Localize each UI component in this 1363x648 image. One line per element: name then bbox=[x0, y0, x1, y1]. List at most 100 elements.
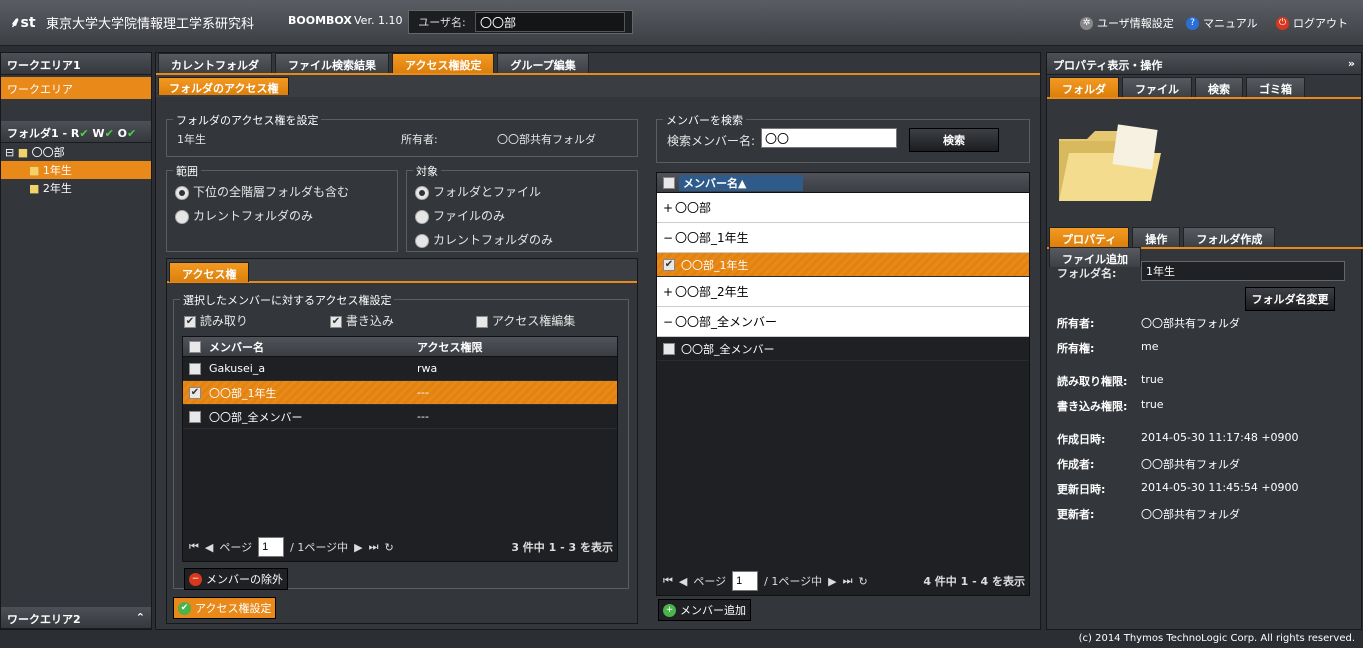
target-box: 対象 フォルダとファイル ファイルのみ カレントフォルダのみ bbox=[406, 163, 638, 252]
work-area-item[interactable]: ワークエリア bbox=[1, 77, 151, 99]
group-row[interactable]: − 〇〇部_1年生 bbox=[657, 223, 1029, 253]
owner-value: 〇〇部共有フォルダ bbox=[497, 133, 596, 146]
folder-large-icon bbox=[1055, 119, 1165, 212]
tab-operations[interactable]: 操作 bbox=[1132, 227, 1181, 247]
next-page-icon[interactable]: ▶ bbox=[354, 541, 362, 554]
logo: ⸙st bbox=[10, 15, 36, 31]
table-row[interactable]: 〇〇部_全メンバー --- bbox=[183, 405, 617, 429]
first-page-icon[interactable]: ⏮ bbox=[189, 540, 199, 554]
table-row[interactable]: Gakusei_a rwa bbox=[183, 357, 617, 381]
user-settings-link[interactable]: ✲ ユーザ情報設定 bbox=[1080, 15, 1174, 31]
col-member-name[interactable]: メンバー名▲ bbox=[679, 174, 803, 191]
tab-current-folder[interactable]: カレントフォルダ bbox=[158, 53, 272, 73]
plus-icon: + bbox=[663, 603, 676, 617]
prev-page-icon[interactable]: ◀ bbox=[205, 541, 213, 554]
group-row[interactable]: − 〇〇部_全メンバー bbox=[657, 307, 1029, 337]
scope-radio-current[interactable]: カレントフォルダのみ bbox=[175, 207, 313, 224]
write-checkbox[interactable]: ✔ 書き込み bbox=[330, 312, 394, 329]
access-set-box: フォルダのアクセス権を設定 1年生 所有者: 〇〇部共有フォルダ bbox=[166, 112, 638, 157]
tab-folder-access[interactable]: フォルダのアクセス権 bbox=[158, 77, 290, 95]
target-radio-current[interactable]: カレントフォルダのみ bbox=[415, 231, 553, 248]
target-radio-both[interactable]: フォルダとファイル bbox=[415, 183, 541, 200]
owner-label: 所有者: bbox=[401, 133, 438, 146]
prev-page-icon[interactable]: ◀ bbox=[679, 575, 687, 588]
select-all-checkbox[interactable] bbox=[663, 177, 675, 189]
tab-create-folder[interactable]: フォルダ作成 bbox=[1183, 227, 1276, 247]
app-version: Ver. 1.10 bbox=[354, 14, 403, 27]
right-title: プロパティ表示・操作» bbox=[1047, 53, 1361, 75]
main-tabs: カレントフォルダ ファイル検索結果 アクセス権設定 グループ編集 bbox=[156, 53, 1040, 73]
tab-search-results[interactable]: ファイル検索結果 bbox=[275, 53, 389, 73]
refresh-icon[interactable]: ↻ bbox=[385, 541, 394, 554]
center-panel: カレントフォルダ ファイル検索結果 アクセス権設定 グループ編集 フォルダのアクセス権… bbox=[155, 52, 1041, 630]
target-radio-files[interactable]: ファイルのみ bbox=[415, 207, 505, 224]
work2-title[interactable]: ワークエリア2 ⌃ bbox=[1, 607, 151, 629]
user-box: ユーザ名: bbox=[408, 10, 633, 34]
tab-properties[interactable]: プロパティ bbox=[1049, 227, 1130, 247]
tab-perm[interactable]: アクセス権 bbox=[169, 262, 250, 282]
col-perm[interactable]: アクセス権限 bbox=[417, 339, 482, 355]
property-list: 所有者: 〇〇部共有フォルダ 所有権: me 読み取り権限: true 書き込み権限:… bbox=[1057, 315, 1299, 522]
last-page-icon[interactable]: ⏭ bbox=[369, 540, 379, 554]
username-field[interactable] bbox=[475, 12, 625, 32]
logout-link[interactable]: ⏻ ログアウト bbox=[1276, 15, 1348, 31]
perm-grid: メンバー名 アクセス権限 Gakusei_a rwa ✔ 〇〇部_1年生 --- 〇〇部… bbox=[182, 336, 618, 562]
group-row[interactable]: + 〇〇部_2年生 bbox=[657, 277, 1029, 307]
folder-icon: ■ bbox=[17, 146, 29, 159]
read-checkbox[interactable]: ✔ 読み取り bbox=[184, 312, 248, 329]
search-button[interactable]: 検索 bbox=[909, 128, 999, 152]
tab-file[interactable]: ファイル bbox=[1122, 77, 1192, 97]
edit-checkbox[interactable]: アクセス権編集 bbox=[476, 312, 575, 329]
col-member[interactable]: メンバー名 bbox=[209, 339, 417, 355]
member-row[interactable]: 〇〇部_全メンバー bbox=[657, 337, 1029, 361]
refresh-icon[interactable]: ↻ bbox=[859, 575, 868, 588]
perm-pager: ⏮◀ ページ/ 1ページ中 ▶⏭↻ 3 件中 1 - 3 を表示 bbox=[189, 537, 613, 557]
apply-access-button[interactable]: ✔ アクセス権設定 bbox=[173, 597, 277, 619]
tree-item-1[interactable]: ■ 1年生 bbox=[1, 161, 151, 179]
last-page-icon[interactable]: ⏭ bbox=[843, 574, 853, 588]
scope-radio-all[interactable]: 下位の全階層フォルダも含む bbox=[175, 183, 349, 200]
prop-row: 所有者: 〇〇部共有フォルダ bbox=[1057, 317, 1240, 330]
page-input[interactable] bbox=[258, 537, 285, 557]
member-row[interactable]: ✔ 〇〇部_1年生 bbox=[657, 253, 1029, 277]
tab-folder[interactable]: フォルダ bbox=[1049, 77, 1119, 97]
prop-row: 作成者: 〇〇部共有フォルダ bbox=[1057, 458, 1240, 471]
first-page-icon[interactable]: ⏮ bbox=[663, 574, 673, 588]
tab-access[interactable]: アクセス権設定 bbox=[392, 53, 495, 73]
remove-member-button[interactable]: − メンバーの除外 bbox=[184, 568, 288, 590]
rename-folder-button[interactable]: フォルダ名変更 bbox=[1245, 287, 1335, 311]
user-label: ユーザ名: bbox=[418, 16, 466, 29]
work1-title: ワークエリア1 bbox=[1, 53, 151, 75]
expand-icon[interactable]: » bbox=[1348, 57, 1355, 70]
member-search-grid: メンバー名▲ + 〇〇部 − 〇〇部_1年生 ✔ 〇〇部_1年生 + 〇〇部_2年生 −… bbox=[656, 172, 1030, 596]
tree-item-2[interactable]: ■ 2年生 bbox=[1, 179, 151, 197]
help-icon: ? bbox=[1186, 16, 1199, 30]
org-name: 東京大学大学院情報理工学系研究科 bbox=[46, 17, 255, 32]
left-panel: ワークエリア1 ワークエリア フォルダ1 - R✔ W✔ O✔ ⊟ ■ 〇〇部 … bbox=[0, 52, 152, 630]
check-icon: ✔ bbox=[178, 601, 191, 615]
prop-row: 書き込み権限: true bbox=[1057, 398, 1164, 413]
tab-search[interactable]: 検索 bbox=[1195, 77, 1243, 97]
search-input[interactable] bbox=[761, 128, 897, 148]
tree-root[interactable]: ⊟ ■ 〇〇部 bbox=[1, 143, 151, 161]
collapse-icon[interactable]: ⌃ bbox=[136, 611, 145, 624]
tab-add-file[interactable]: ファイル追加 bbox=[1049, 247, 1141, 267]
tab-group-edit[interactable]: グループ編集 bbox=[497, 53, 589, 73]
manual-link[interactable]: ? マニュアル bbox=[1186, 15, 1258, 31]
page-input[interactable] bbox=[732, 571, 759, 591]
prop-row: 所有権: me bbox=[1057, 340, 1159, 355]
prop-row: 更新者: 〇〇部共有フォルダ bbox=[1057, 508, 1240, 521]
search-pager: ⏮◀ ページ/ 1ページ中 ▶⏭↻ 4 件中 1 - 4 を表示 bbox=[663, 571, 1025, 591]
folder-name-field[interactable] bbox=[1141, 261, 1345, 281]
app-header: ⸙st 東京大学大学院情報理工学系研究科 BOOMBOX Ver. 1.10 ユ… bbox=[0, 0, 1363, 46]
folder-icon: ■ bbox=[29, 182, 40, 195]
group-row[interactable]: + 〇〇部 bbox=[657, 193, 1029, 223]
add-member-button[interactable]: + メンバー追加 bbox=[658, 599, 751, 621]
search-box: メンバーを検索 検索メンバー名: 検索 bbox=[656, 112, 1030, 163]
table-row[interactable]: ✔ 〇〇部_1年生 --- bbox=[183, 381, 617, 405]
next-page-icon[interactable]: ▶ bbox=[828, 575, 836, 588]
gear-icon: ✲ bbox=[1080, 16, 1093, 30]
scope-box: 範囲 下位の全階層フォルダも含む カレントフォルダのみ bbox=[166, 163, 398, 252]
tab-trash[interactable]: ゴミ箱 bbox=[1246, 77, 1305, 97]
select-all-checkbox[interactable] bbox=[189, 341, 201, 353]
